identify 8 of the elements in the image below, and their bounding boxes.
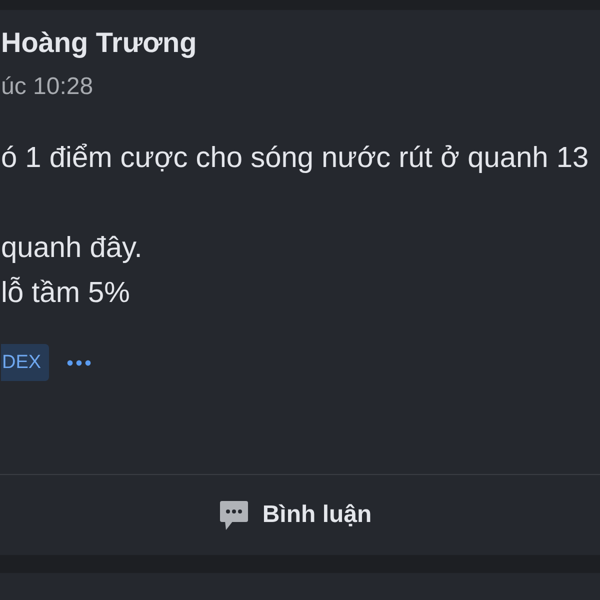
- post-text: quanh đây. lỗ tầm 5%: [1, 231, 144, 311]
- hashtag-chip[interactable]: DEX: [1, 344, 50, 381]
- author-name[interactable]: Hoàng Trương: [1, 26, 197, 60]
- more-icon[interactable]: [67, 360, 92, 366]
- comment-icon: [220, 500, 248, 530]
- comment-button[interactable]: Bình luận: [220, 497, 372, 533]
- post-text: ó 1 điểm cược cho sóng nước rút ở quanh 13: [1, 141, 589, 176]
- post-time: úc 10:28: [1, 72, 94, 102]
